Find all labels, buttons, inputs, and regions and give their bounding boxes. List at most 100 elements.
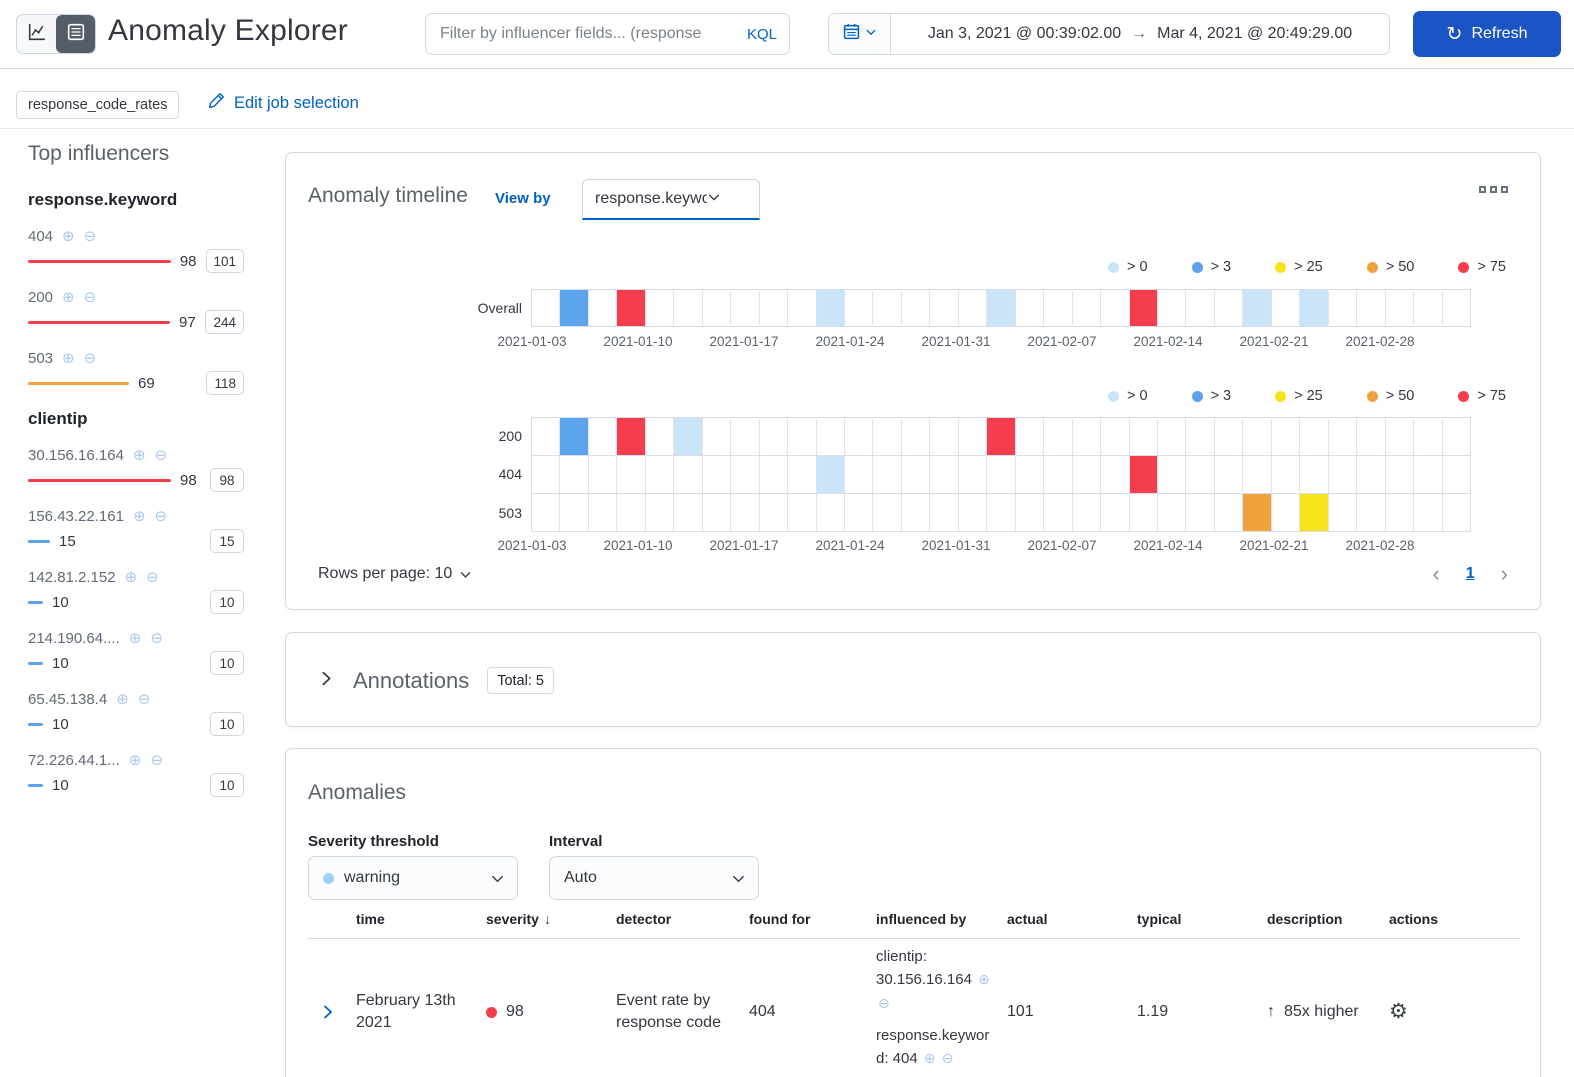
- swimlane-cell[interactable]: [674, 456, 703, 493]
- swimlane-cell[interactable]: [1385, 494, 1415, 531]
- swimlane-cell[interactable]: [930, 290, 959, 326]
- filter-input[interactable]: [426, 25, 745, 43]
- swimlane-cell[interactable]: [1442, 456, 1470, 493]
- swimlane-cell[interactable]: [532, 494, 561, 531]
- remove-filter-icon[interactable]: ⊖: [138, 692, 151, 707]
- remove-filter-icon[interactable]: ⊖: [878, 995, 890, 1011]
- swimlane-cell[interactable]: [645, 494, 675, 531]
- severity-threshold-select[interactable]: warning: [308, 856, 518, 900]
- swimlane-cell[interactable]: [873, 456, 902, 493]
- swimlane-cell[interactable]: [987, 290, 1016, 326]
- swimlane-cell[interactable]: [532, 418, 561, 455]
- swimlane-cell[interactable]: [1044, 290, 1073, 326]
- swimlane-cell[interactable]: [873, 494, 902, 531]
- swimlane-cell[interactable]: [560, 494, 589, 531]
- swimlane-cell[interactable]: [1214, 418, 1244, 455]
- swimlane-cell[interactable]: [1044, 418, 1073, 455]
- swimlane-cell[interactable]: [1214, 456, 1244, 493]
- swimlane-cell[interactable]: [1414, 418, 1443, 455]
- swimlane-cell[interactable]: [588, 494, 618, 531]
- swimlane-cell[interactable]: [532, 290, 561, 326]
- swimlane-cell[interactable]: [1157, 290, 1187, 326]
- swimlane-cell[interactable]: [1385, 418, 1415, 455]
- panel-options-icon[interactable]: [1479, 186, 1508, 193]
- swimlane-cell[interactable]: [930, 456, 959, 493]
- swimlane-cell[interactable]: [1186, 456, 1215, 493]
- end-date[interactable]: Mar 4, 2021 @ 20:49:29.00: [1157, 25, 1352, 43]
- kql-syntax-button[interactable]: KQL: [745, 26, 789, 43]
- remove-filter-icon[interactable]: ⊖: [155, 509, 168, 524]
- swimlane-cell[interactable]: [788, 456, 817, 493]
- rows-per-page-button[interactable]: Rows per page: 10: [318, 565, 472, 583]
- previous-page-button[interactable]: ‹: [1432, 563, 1439, 585]
- swimlane-cell[interactable]: [958, 418, 988, 455]
- swimlane-cell[interactable]: [901, 418, 931, 455]
- swimlane-cell[interactable]: [1015, 290, 1045, 326]
- swimlane-cell[interactable]: [1271, 456, 1301, 493]
- swimlane-cell[interactable]: [1129, 494, 1158, 531]
- swimlane-cell[interactable]: [702, 494, 732, 531]
- swimlane-cell[interactable]: [816, 494, 845, 531]
- add-filter-icon[interactable]: ⊕: [62, 351, 75, 366]
- swimlane-cell[interactable]: [560, 418, 589, 455]
- gear-icon[interactable]: ⚙: [1389, 1000, 1408, 1023]
- swimlane-cell[interactable]: [560, 456, 589, 493]
- anomaly-explorer-button[interactable]: [56, 15, 95, 53]
- add-filter-icon[interactable]: ⊕: [62, 290, 75, 305]
- swimlane-cell[interactable]: [1328, 456, 1358, 493]
- expand-row-button[interactable]: [308, 1004, 344, 1020]
- swimlane-cell[interactable]: [1015, 418, 1045, 455]
- swimlane-cell[interactable]: [1243, 418, 1272, 455]
- swimlane-cell[interactable]: [588, 418, 618, 455]
- swimlane-cell[interactable]: [1157, 494, 1187, 531]
- swimlane-cell[interactable]: [1385, 456, 1415, 493]
- remove-filter-icon[interactable]: ⊖: [155, 448, 168, 463]
- swimlane-cell[interactable]: [1243, 290, 1272, 326]
- swimlane-cell[interactable]: [1271, 290, 1301, 326]
- next-page-button[interactable]: ›: [1501, 563, 1508, 585]
- swimlane-cell[interactable]: [617, 418, 646, 455]
- swimlane-cell[interactable]: [674, 418, 703, 455]
- swimlane-cell[interactable]: [844, 290, 874, 326]
- swimlane-cell[interactable]: [1243, 456, 1272, 493]
- remove-filter-icon[interactable]: ⊖: [84, 229, 97, 244]
- remove-filter-icon[interactable]: ⊖: [942, 1050, 954, 1066]
- swimlane-cell[interactable]: [1101, 290, 1130, 326]
- swimlane-cell[interactable]: [987, 456, 1016, 493]
- edit-job-selection-link[interactable]: Edit job selection: [208, 92, 359, 114]
- swimlane-cell[interactable]: [702, 456, 732, 493]
- swimlane-cell[interactable]: [674, 290, 703, 326]
- swimlane-cell[interactable]: [844, 494, 874, 531]
- swimlane-cell[interactable]: [1357, 290, 1386, 326]
- swimlane-cell[interactable]: [1442, 494, 1470, 531]
- add-filter-icon[interactable]: ⊕: [133, 509, 146, 524]
- swimlane-cell[interactable]: [1414, 494, 1443, 531]
- swimlane-cell[interactable]: [532, 456, 561, 493]
- remove-filter-icon[interactable]: ⊖: [150, 753, 163, 768]
- swimlane-cell[interactable]: [844, 456, 874, 493]
- swimlane-cell[interactable]: [1328, 290, 1358, 326]
- swimlane-cell[interactable]: [1044, 494, 1073, 531]
- swimlane-cell[interactable]: [731, 494, 760, 531]
- swimlane-cell[interactable]: [1442, 290, 1470, 326]
- swimlane-cell[interactable]: [901, 494, 931, 531]
- swimlane-cell[interactable]: [1129, 290, 1158, 326]
- swimlane-cell[interactable]: [588, 290, 618, 326]
- swimlane-cell[interactable]: [1442, 418, 1470, 455]
- remove-filter-icon[interactable]: ⊖: [146, 570, 159, 585]
- swimlane-cell[interactable]: [958, 456, 988, 493]
- swimlane-cell[interactable]: [731, 418, 760, 455]
- add-filter-icon[interactable]: ⊕: [924, 1050, 936, 1066]
- swimlane-cell[interactable]: [731, 290, 760, 326]
- swimlane-cell[interactable]: [788, 290, 817, 326]
- swimlane-cell[interactable]: [1300, 418, 1329, 455]
- swimlane-cell[interactable]: [873, 290, 902, 326]
- swimlane-cell[interactable]: [873, 418, 902, 455]
- swimlane-cell[interactable]: [1300, 456, 1329, 493]
- swimlane-cell[interactable]: [1157, 418, 1187, 455]
- swimlane-cell[interactable]: [844, 418, 874, 455]
- swimlane-cell[interactable]: [1015, 456, 1045, 493]
- swimlane-cell[interactable]: [1015, 494, 1045, 531]
- swimlane-cell[interactable]: [1271, 494, 1301, 531]
- swimlane-cell[interactable]: [1300, 494, 1329, 531]
